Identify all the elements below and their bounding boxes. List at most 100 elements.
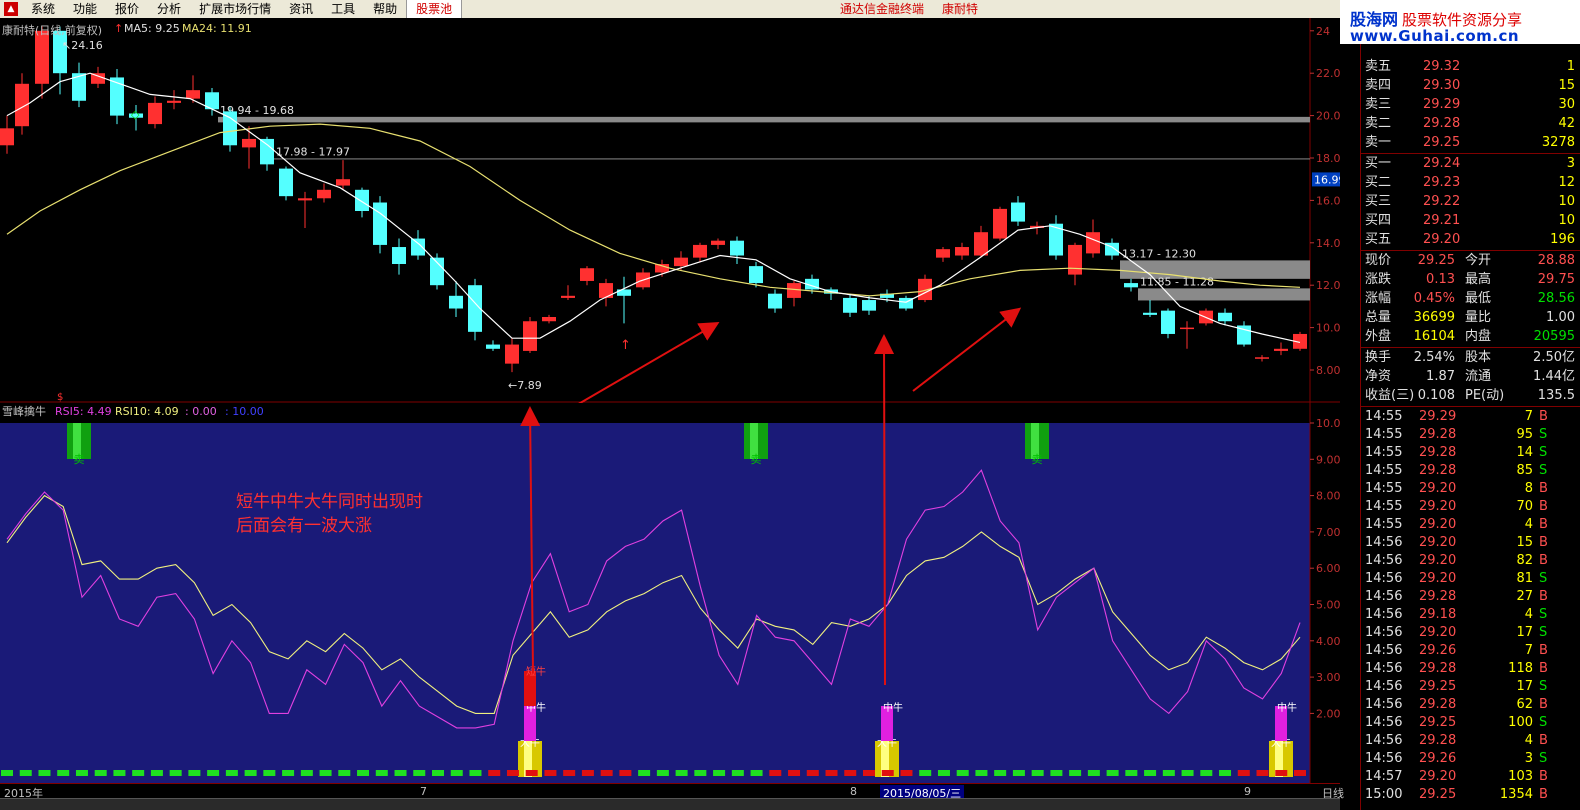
stat-label: 股本 bbox=[1465, 350, 1492, 365]
chart-background bbox=[0, 18, 1340, 403]
ma24-label: MA24: 11.91 bbox=[182, 22, 252, 35]
candle-up bbox=[787, 283, 801, 298]
stat-label: 最低 bbox=[1465, 291, 1492, 306]
menu-news[interactable]: 资讯 bbox=[280, 0, 322, 18]
stat-value: 29.75 bbox=[1537, 272, 1575, 287]
stat-value: 20595 bbox=[1533, 329, 1575, 344]
tick-direction: B bbox=[1539, 787, 1548, 802]
ask-volume: 1 bbox=[1566, 59, 1575, 74]
menu-extended-market[interactable]: 扩展市场行情 bbox=[190, 0, 280, 18]
bid-row: 买三 29.22 10 bbox=[1361, 192, 1580, 211]
candle-down bbox=[260, 138, 274, 165]
tick-price: 29.20 bbox=[1419, 517, 1457, 532]
price-level-label: 16.99 bbox=[1314, 173, 1340, 186]
tick-time: 14:56 bbox=[1365, 715, 1403, 730]
candle-up bbox=[0, 128, 14, 146]
signal-strip-cell bbox=[113, 770, 126, 776]
signal-strip-cell bbox=[1031, 770, 1044, 776]
candle-up bbox=[993, 208, 1007, 239]
tick-direction: S bbox=[1539, 463, 1548, 478]
menu-help[interactable]: 帮助 bbox=[364, 0, 406, 18]
tick-price: 29.28 bbox=[1419, 733, 1457, 748]
bid-row: 买二 29.23 12 bbox=[1361, 173, 1580, 192]
indicator-chart[interactable]: 雪峰擒牛 RSI5: 4.49 RSI10: 4.09: 0.00: 10.00 10… bbox=[0, 403, 1340, 783]
signal-strip-cell bbox=[94, 770, 107, 776]
stat-row: 涨跌 0.13 最高 29.75 bbox=[1361, 270, 1580, 289]
signal-strip-cell bbox=[488, 770, 501, 776]
signal-strip-cell bbox=[188, 770, 201, 776]
price-tick-label: 24 bbox=[1316, 25, 1330, 38]
bottom-tab-bar[interactable] bbox=[0, 798, 1340, 810]
tick-price: 29.28 bbox=[1419, 661, 1457, 676]
tick-direction: S bbox=[1539, 607, 1548, 622]
menu-analysis[interactable]: 分析 bbox=[148, 0, 190, 18]
rsi10-label: RSI10: 4.09 bbox=[115, 405, 179, 418]
stat-label: 涨幅 bbox=[1365, 291, 1392, 306]
signal-strip-cell bbox=[1200, 770, 1213, 776]
signal-strip-cell bbox=[563, 770, 576, 776]
tick-row: 14:55 29.20 70 B bbox=[1361, 497, 1580, 516]
candle-down bbox=[730, 240, 744, 256]
menu-tools[interactable]: 工具 bbox=[322, 0, 364, 18]
high-price-label: ↖24.16 bbox=[62, 39, 103, 52]
candle-up bbox=[974, 232, 988, 256]
indicator-panel[interactable]: 雪峰擒牛 RSI5: 4.49 RSI10: 4.09: 0.00: 10.00 10… bbox=[0, 403, 1340, 783]
candle-down bbox=[355, 189, 369, 211]
ask-volume: 15 bbox=[1558, 78, 1575, 93]
menu-quote[interactable]: 报价 bbox=[106, 0, 148, 18]
ad-banner[interactable]: 股海网 股票软件资源分享 www.Guhai.com.cn bbox=[1340, 0, 1580, 44]
candle-up bbox=[242, 138, 256, 148]
signal-strip-cell bbox=[1275, 770, 1288, 776]
tick-direction: B bbox=[1539, 481, 1548, 496]
price-tick-label: 14.00 bbox=[1316, 237, 1340, 250]
candle-up bbox=[505, 344, 519, 364]
menu-function[interactable]: 功能 bbox=[64, 0, 106, 18]
tick-volume: 4 bbox=[1524, 517, 1533, 532]
quote-panel: 卖五 29.32 1 卖四 29.30 15 卖三 29.29 30 卖二 29.28 42 卖一 29.… bbox=[1360, 44, 1580, 810]
ask-volume: 42 bbox=[1558, 116, 1575, 131]
candle-down bbox=[1161, 310, 1175, 334]
signal-strip-cell bbox=[581, 770, 594, 776]
ask-row: 卖四 29.30 15 bbox=[1361, 76, 1580, 95]
signal-strip-cell bbox=[132, 770, 145, 776]
candlestick-chart[interactable]: 24 22.00 20.00 18.00 16.00 14.00 12.00 10.00 8.0… bbox=[0, 18, 1340, 403]
tick-volume: 118 bbox=[1508, 661, 1533, 676]
sell-signal-label: 卖 bbox=[74, 453, 85, 466]
candle-down bbox=[1011, 202, 1025, 222]
signal-strip-cell bbox=[1, 770, 13, 776]
candle-up bbox=[1086, 232, 1100, 254]
tick-time: 14:55 bbox=[1365, 481, 1403, 496]
app-icon[interactable]: ▲ bbox=[4, 2, 18, 16]
bid-volume: 10 bbox=[1558, 213, 1575, 228]
tick-price: 29.18 bbox=[1419, 607, 1457, 622]
month-9-label: 9 bbox=[1244, 785, 1251, 798]
buy-arrow-icon: ↑ bbox=[620, 338, 631, 353]
bid-label: 买五 bbox=[1365, 232, 1392, 247]
tick-price: 29.28 bbox=[1419, 427, 1457, 442]
candle-up bbox=[955, 247, 969, 256]
annotation-line2: 后面会有一波大涨 bbox=[236, 516, 372, 536]
signal-strip-cell bbox=[1294, 770, 1306, 776]
signal-strip-cell bbox=[19, 770, 32, 776]
stat-value: 0.45% bbox=[1413, 291, 1455, 306]
candle-down bbox=[486, 344, 500, 349]
bid-row: 买一 29.24 3 bbox=[1361, 154, 1580, 173]
stat-label: 净资 bbox=[1365, 369, 1392, 384]
tick-time: 14:56 bbox=[1365, 589, 1403, 604]
tick-direction: B bbox=[1539, 499, 1548, 514]
menu-system[interactable]: 系统 bbox=[22, 0, 64, 18]
candle-up bbox=[35, 30, 49, 84]
candle-up bbox=[1274, 348, 1288, 351]
ask-row: 卖二 29.28 42 bbox=[1361, 114, 1580, 133]
tick-time: 14:56 bbox=[1365, 571, 1403, 586]
tick-direction: B bbox=[1539, 517, 1548, 532]
candle-up bbox=[1255, 357, 1269, 359]
ask-row: 卖五 29.32 1 bbox=[1361, 57, 1580, 76]
tick-volume: 62 bbox=[1516, 697, 1533, 712]
indicator-tick-label: 7.00 bbox=[1316, 526, 1340, 539]
tab-stock-pool[interactable]: 股票池 bbox=[406, 0, 463, 18]
stat-label: 最高 bbox=[1465, 272, 1492, 287]
tick-time: 14:56 bbox=[1365, 643, 1403, 658]
price-chart[interactable]: 24 22.00 20.00 18.00 16.00 14.00 12.00 10.00 8.0… bbox=[0, 18, 1340, 403]
window-title: 通达信金融终端 康耐特 bbox=[840, 0, 996, 18]
